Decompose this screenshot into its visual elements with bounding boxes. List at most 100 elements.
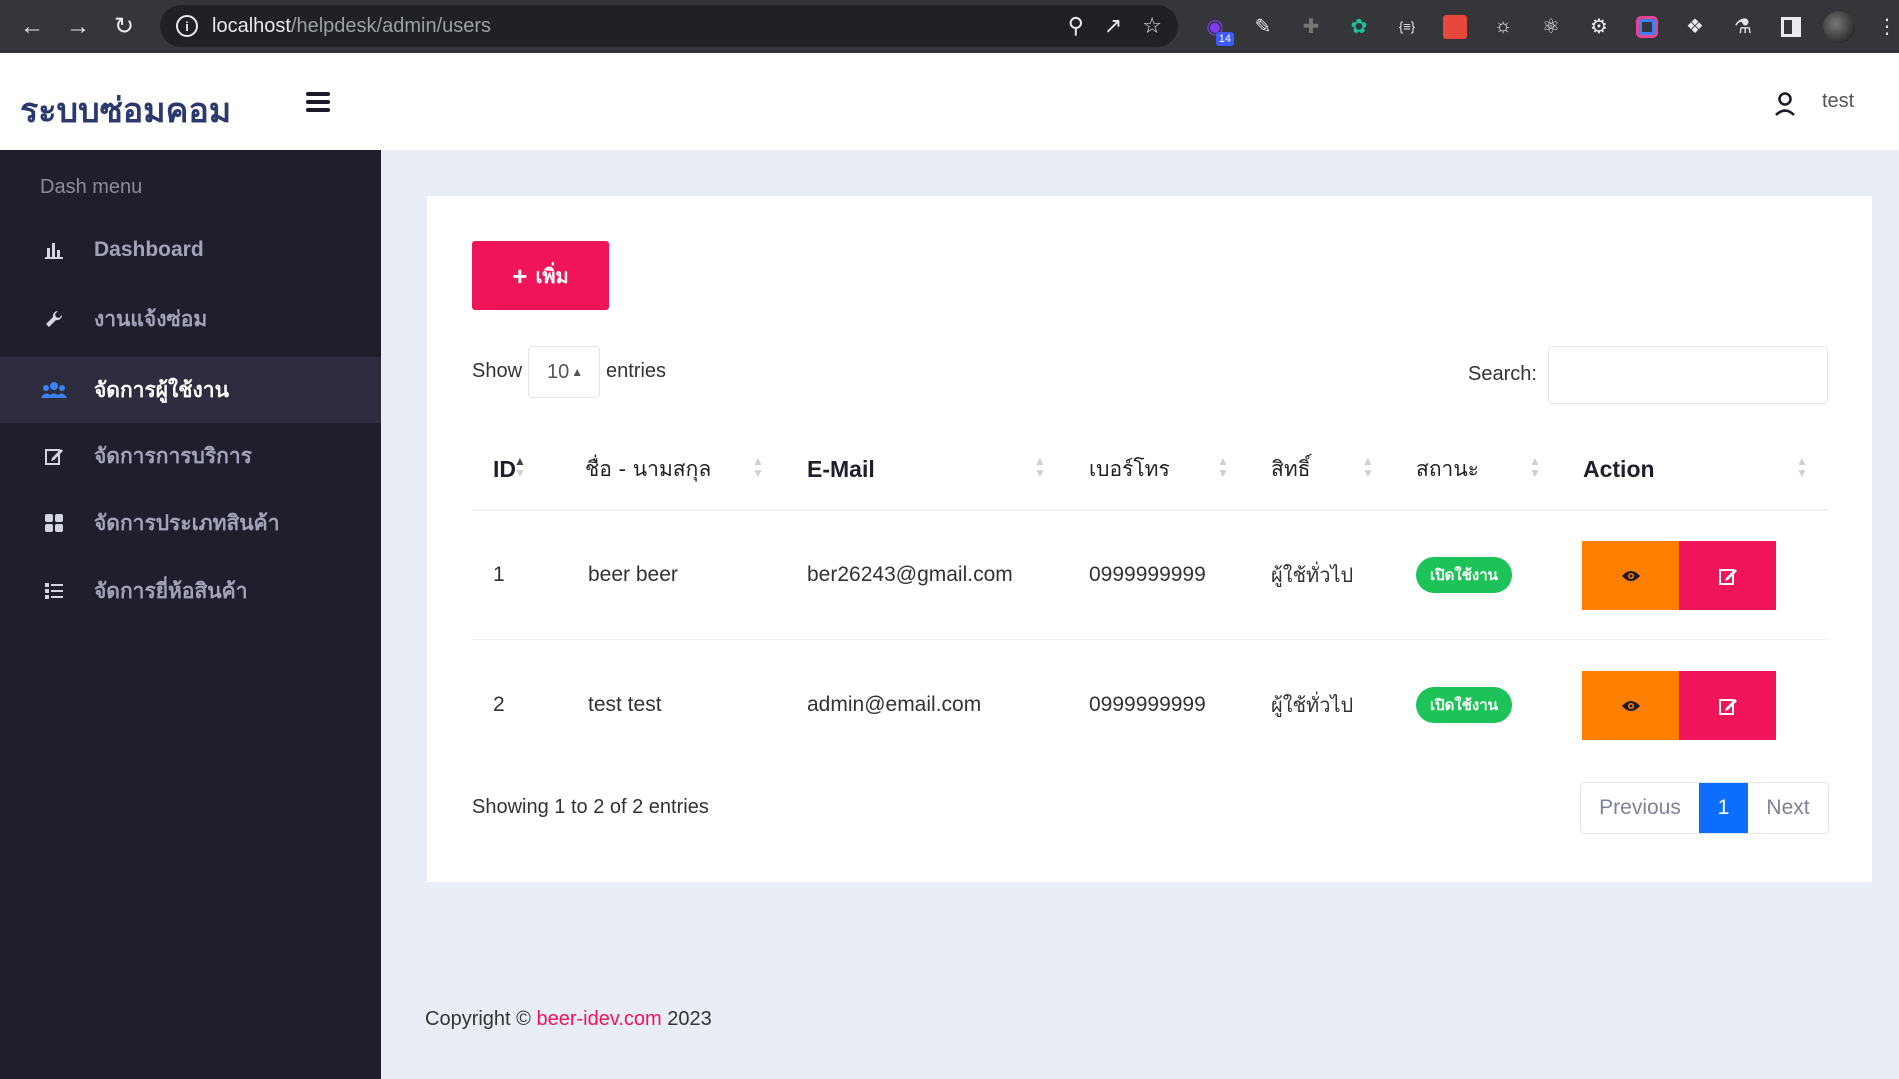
side-panel-icon[interactable]: [1774, 10, 1808, 44]
column-header-role[interactable]: สิทธิ์: [1271, 449, 1310, 489]
search-input[interactable]: [1548, 346, 1828, 404]
sidebar-item-label: Dashboard: [94, 238, 204, 261]
wrench-icon: [40, 309, 68, 329]
sort-icon[interactable]: ▲ ▼: [1529, 452, 1541, 482]
column-header-email[interactable]: E-Mail: [807, 449, 875, 489]
hamburger-menu-icon[interactable]: [306, 92, 330, 112]
edit-button[interactable]: [1679, 671, 1776, 740]
reload-icon[interactable]: ↻: [110, 13, 138, 41]
eyedropper-icon[interactable]: ✎: [1246, 10, 1280, 44]
sort-icon[interactable]: ▲ ▼: [1034, 452, 1046, 482]
cell-phone: 0999999999: [1089, 563, 1206, 586]
sidebar-item-repair-jobs[interactable]: งานแจ้งซ่อม: [0, 286, 381, 352]
cell-phone: 0999999999: [1089, 693, 1206, 716]
table-row-divider: [472, 639, 1828, 640]
json-extension-icon[interactable]: {≡}: [1390, 10, 1424, 44]
users-card: + เพิ่ม Show 10 ▲ entries Search: ID ▲ ▼ …: [427, 196, 1872, 882]
add-user-button[interactable]: + เพิ่ม: [472, 241, 609, 310]
sidebar-item-label: จัดการยี่ห้อสินค้า: [94, 579, 248, 603]
site-info-icon[interactable]: i: [176, 15, 198, 37]
search-label: Search:: [1468, 363, 1537, 385]
crosshair-icon[interactable]: ✚: [1294, 10, 1328, 44]
column-header-status[interactable]: สถานะ: [1416, 449, 1479, 489]
sidebar-item-users[interactable]: จัดการผู้ใช้งาน: [0, 357, 381, 423]
brand-title[interactable]: ระบบซ่อมคอม: [20, 83, 231, 137]
sort-icon[interactable]: ▲ ▼: [1796, 452, 1808, 482]
grid-icon: [40, 513, 68, 533]
copyright-text: Copyright ©: [425, 1008, 531, 1030]
sidebar-item-dashboard[interactable]: Dashboard: [0, 217, 381, 283]
status-badge: เปิดใช้งาน: [1416, 687, 1512, 723]
table-info: Showing 1 to 2 of 2 entries: [472, 796, 709, 818]
cell-email: ber26243@gmail.com: [807, 563, 1013, 586]
extension-icon[interactable]: ◉ 14: [1198, 10, 1234, 46]
sidebar-item-services[interactable]: จัดการการบริการ: [0, 423, 381, 489]
address-bar[interactable]: i localhost/helpdesk/admin/users ⚲ ↗ ☆: [160, 5, 1178, 47]
view-button[interactable]: [1582, 541, 1679, 610]
cell-role: ผู้ใช้ทั่วไป: [1271, 693, 1354, 717]
sort-caret-icon: ▲: [571, 365, 584, 379]
add-button-label: เพิ่ม: [535, 265, 569, 288]
bird-extension-icon[interactable]: ✿: [1342, 10, 1376, 44]
sidebar-item-brands[interactable]: จัดการยี่ห้อสินค้า: [0, 558, 381, 624]
page-size-value: 10: [547, 360, 570, 383]
url-text[interactable]: localhost/helpdesk/admin/users: [212, 15, 491, 38]
back-arrow-icon[interactable]: ←: [18, 13, 46, 41]
cell-id: 1: [493, 563, 505, 586]
more-menu-icon[interactable]: ⋮: [1870, 10, 1899, 44]
footer-link[interactable]: beer-idev.com: [536, 1008, 661, 1030]
page-1-button[interactable]: 1: [1699, 783, 1748, 833]
compass-icon[interactable]: ☼: [1486, 10, 1520, 44]
page-footer: Copyright © beer-idev.com 2023: [425, 1008, 712, 1031]
flask-icon[interactable]: ⚗: [1726, 10, 1760, 44]
color-wheel-icon[interactable]: [1630, 10, 1664, 44]
copyright-year: 2023: [667, 1008, 712, 1030]
sidebar-item-label: จัดการการบริการ: [94, 444, 252, 468]
entries-label: entries: [606, 360, 667, 382]
sort-asc-icon[interactable]: ▲ ▼: [514, 452, 526, 482]
edit-icon: [1718, 568, 1737, 585]
extension-badge: 14: [1215, 31, 1234, 46]
react-devtools-icon[interactable]: ⚛: [1534, 10, 1568, 44]
sort-icon[interactable]: ▲ ▼: [752, 452, 764, 482]
app-header: ระบบซ่อมคอม test: [0, 53, 1899, 150]
plus-icon: +: [512, 260, 528, 291]
bookmark-star-icon[interactable]: ☆: [1142, 13, 1162, 39]
column-header-name[interactable]: ชื่อ - นามสกุล: [585, 449, 711, 489]
sort-icon[interactable]: ▲ ▼: [1362, 452, 1374, 482]
view-button[interactable]: [1582, 671, 1679, 740]
cell-name: beer beer: [588, 563, 678, 586]
forward-arrow-icon[interactable]: →: [64, 13, 92, 41]
edit-icon: [1718, 698, 1737, 715]
eye-icon: [1621, 700, 1640, 711]
user-icon[interactable]: [1774, 91, 1796, 117]
sidebar-title: Dash menu: [40, 176, 143, 198]
column-header-action[interactable]: Action: [1583, 449, 1655, 489]
puzzle-extensions-icon[interactable]: ❖: [1678, 10, 1712, 44]
red-extension-icon[interactable]: [1438, 10, 1472, 44]
column-header-phone[interactable]: เบอร์โทร: [1089, 449, 1170, 489]
pagination: Previous 1 Next: [1580, 782, 1829, 834]
previous-page-button[interactable]: Previous: [1581, 783, 1699, 833]
edit-button[interactable]: [1679, 541, 1776, 610]
sort-icon[interactable]: ▲ ▼: [1217, 452, 1229, 482]
cell-email: admin@email.com: [807, 693, 982, 716]
column-header-id[interactable]: ID: [493, 449, 516, 489]
list-icon: [40, 581, 68, 601]
page-size-select[interactable]: 10 ▲: [528, 346, 600, 398]
sidebar-item-label: งานแจ้งซ่อม: [94, 307, 208, 331]
users-icon: [40, 380, 68, 400]
bar-chart-icon: [40, 240, 68, 260]
share-icon[interactable]: ↗: [1104, 13, 1122, 39]
sidebar-item-label: จัดการผู้ใช้งาน: [94, 378, 229, 402]
key-icon[interactable]: ⚲: [1068, 13, 1084, 39]
gear-icon[interactable]: ⚙: [1582, 10, 1616, 44]
cell-id: 2: [493, 693, 505, 716]
profile-avatar[interactable]: [1822, 10, 1856, 44]
status-badge: เปิดใช้งาน: [1416, 557, 1512, 593]
next-page-button[interactable]: Next: [1748, 783, 1828, 833]
user-name[interactable]: test: [1822, 90, 1854, 113]
eye-icon: [1621, 570, 1640, 581]
sidebar-item-product-types[interactable]: จัดการประเภทสินค้า: [0, 490, 381, 556]
browser-toolbar: ← → ↻ i localhost/helpdesk/admin/users ⚲…: [0, 0, 1899, 53]
